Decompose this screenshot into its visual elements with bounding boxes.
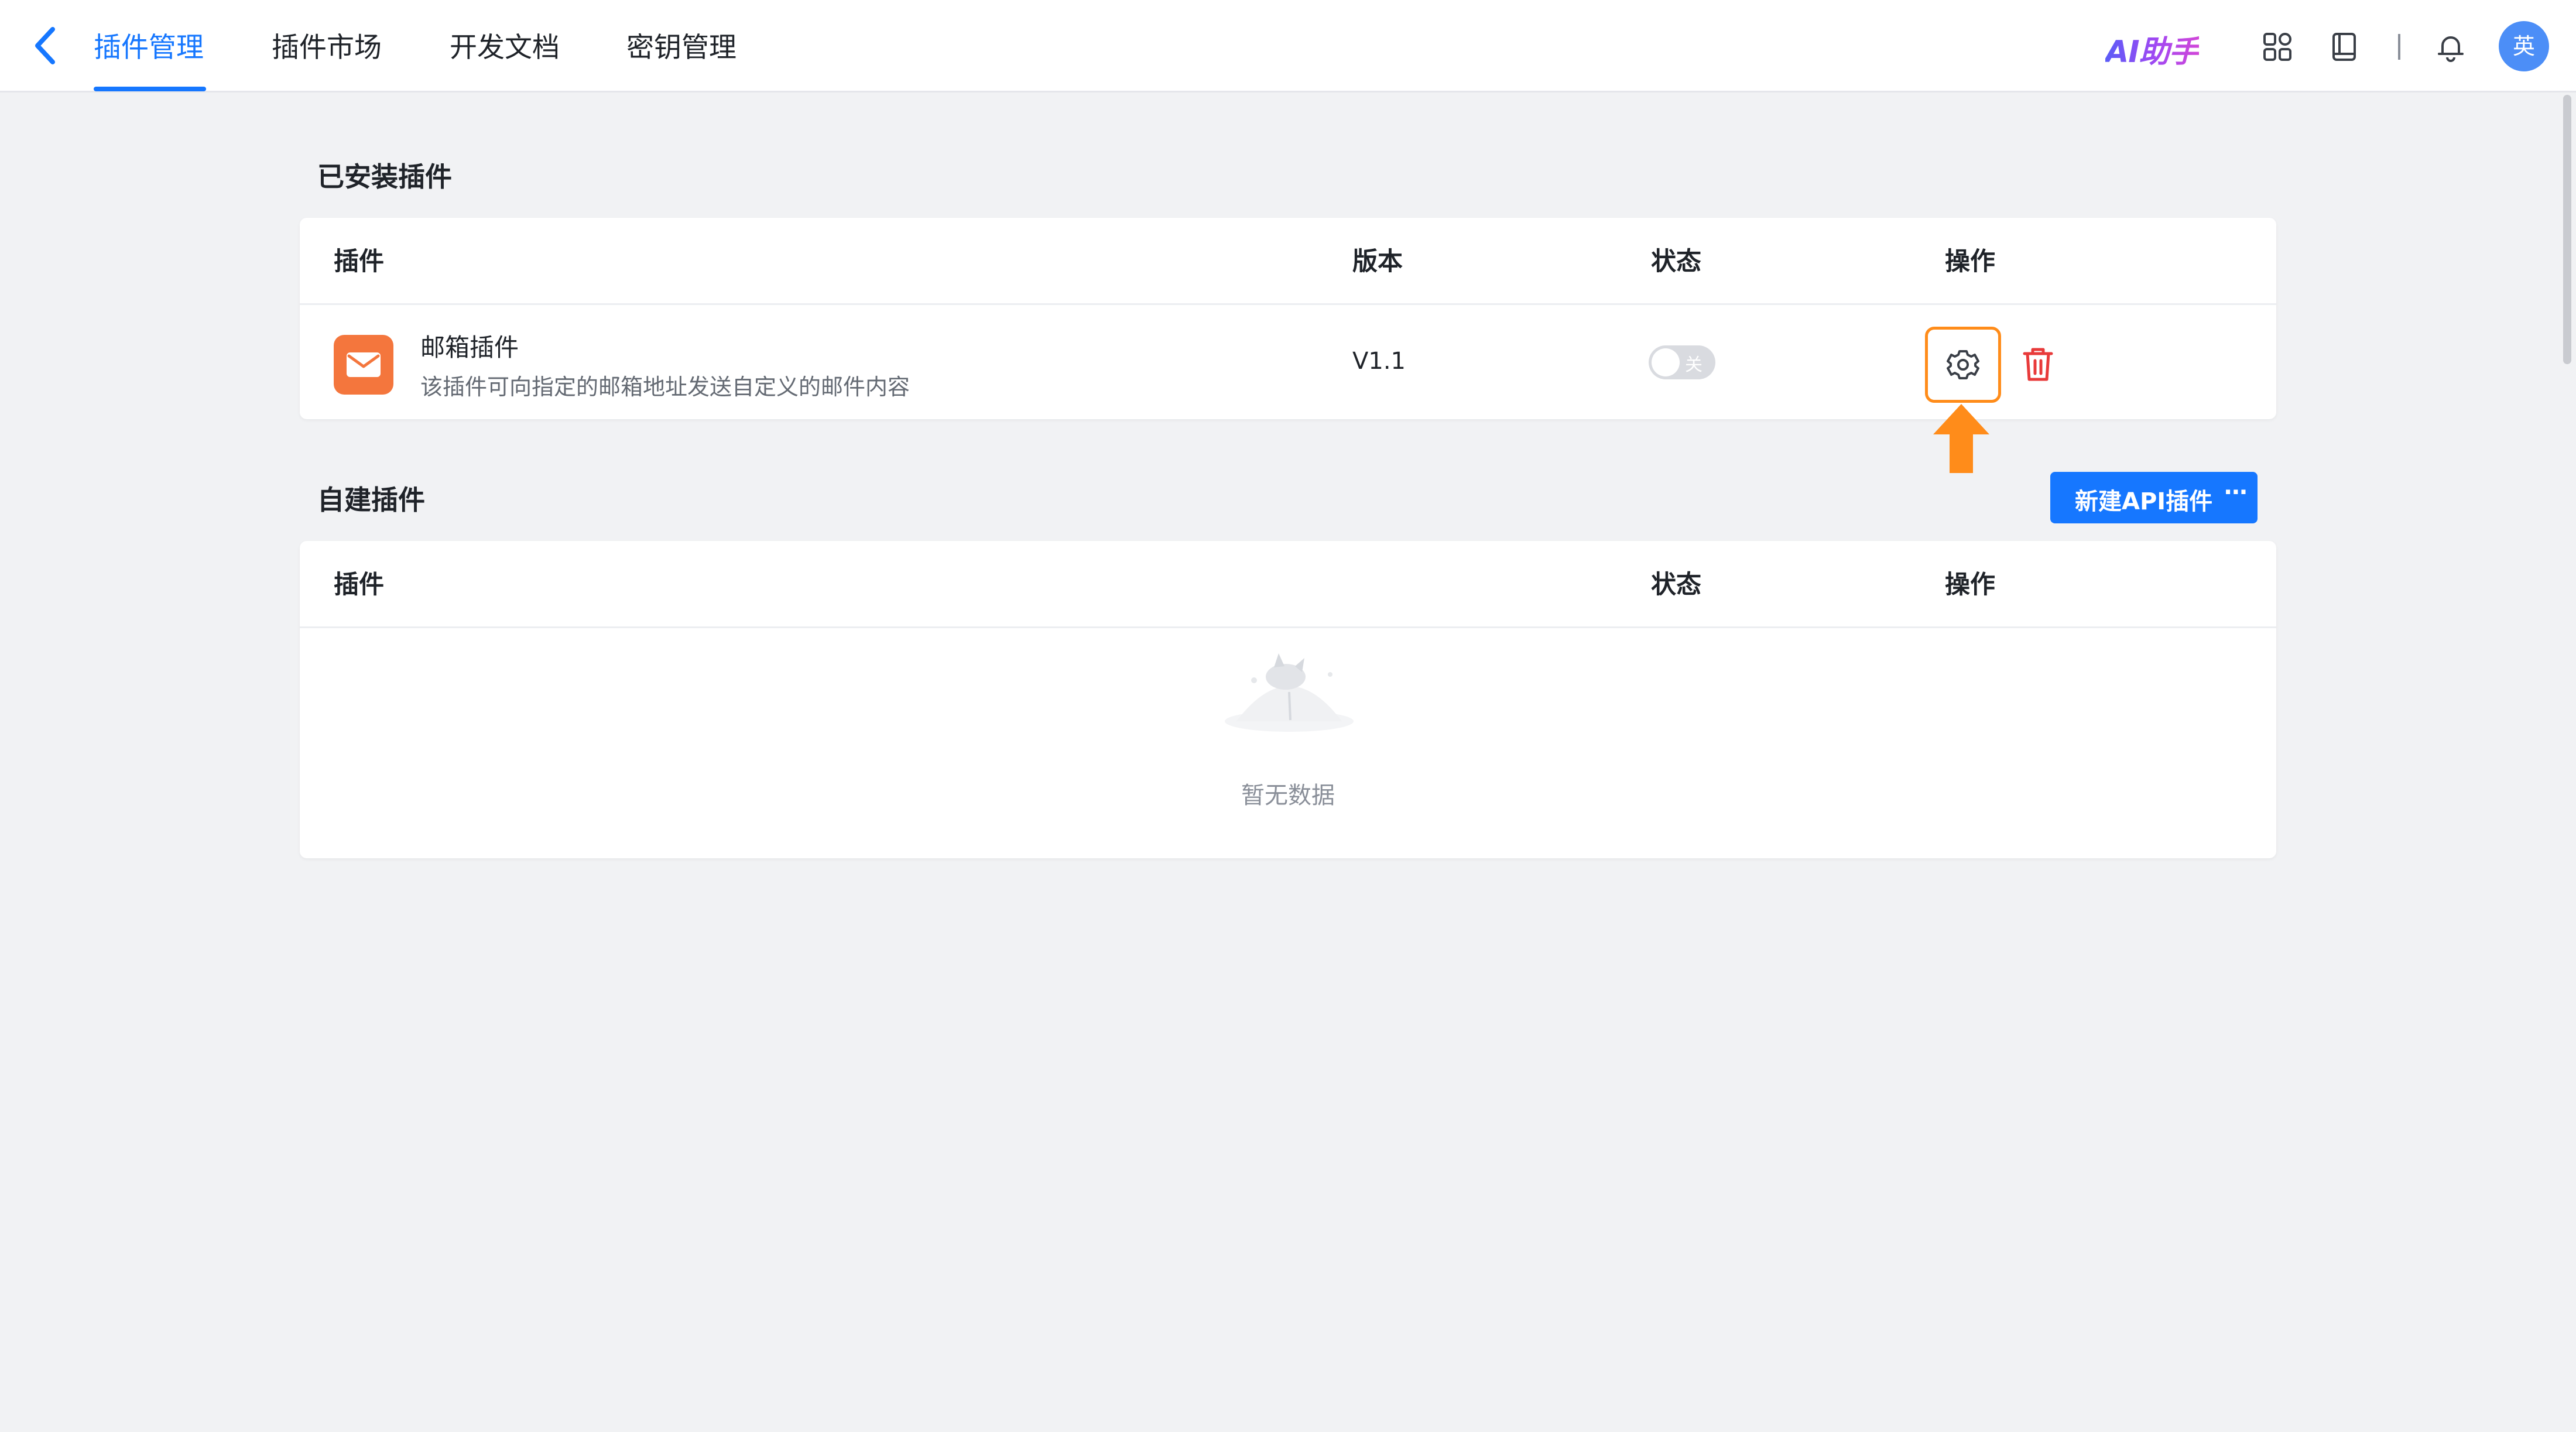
gear-icon <box>1947 350 1979 379</box>
top-nav-bar: 插件管理 插件市场 开发文档 密钥管理 AI助手 英 <box>0 0 2576 93</box>
user-avatar[interactable]: 英 <box>2499 21 2549 71</box>
status-toggle[interactable]: 关 <box>1649 345 1715 379</box>
column-header-status: 状态 <box>1651 570 1701 599</box>
column-header-version: 版本 <box>1352 247 1403 276</box>
bell-icon[interactable] <box>2434 30 2467 63</box>
empty-state-illustration <box>1225 653 1354 732</box>
more-options-icon[interactable]: ··· <box>2224 479 2248 506</box>
toggle-label: 关 <box>1685 355 1703 375</box>
header-divider <box>300 626 2276 628</box>
column-header-plugin: 插件 <box>334 247 384 276</box>
ai-assistant-button[interactable]: AI助手 <box>2105 27 2200 71</box>
new-api-plugin-label: 新建API插件 <box>2075 488 2213 515</box>
delete-plugin-button[interactable] <box>2020 344 2056 384</box>
column-header-actions: 操作 <box>1945 247 1995 276</box>
plugin-version: V1.1 <box>1352 348 1406 375</box>
custom-plugins-table: 插件 状态 操作 暂无数据 <box>300 541 2276 858</box>
plugin-name: 邮箱插件 <box>420 333 519 362</box>
highlight-arrow-icon <box>1933 404 1989 473</box>
back-arrow-icon[interactable] <box>30 26 63 66</box>
toggle-knob <box>1652 348 1680 376</box>
installed-plugins-table: 插件 版本 状态 操作 邮箱插件 该插件可向指定的邮箱地址发送自定义的邮件内容 … <box>300 218 2276 419</box>
custom-section-title: 自建插件 <box>317 484 425 516</box>
column-header-status: 状态 <box>1651 247 1701 276</box>
apps-grid-icon[interactable] <box>2261 30 2294 63</box>
new-api-plugin-button[interactable]: 新建API插件 ··· <box>2050 472 2258 523</box>
header-divider <box>300 303 2276 305</box>
empty-state-text: 暂无数据 <box>1241 782 1335 809</box>
book-icon[interactable] <box>2328 30 2361 63</box>
scrollbar-thumb[interactable] <box>2563 95 2571 364</box>
scrollbar[interactable] <box>2563 95 2571 364</box>
trash-icon <box>2023 348 2053 381</box>
tab-plugin-management[interactable]: 插件管理 <box>94 0 204 93</box>
active-tab-indicator <box>94 87 206 91</box>
column-header-actions: 操作 <box>1945 570 1995 599</box>
tab-dev-docs[interactable]: 开发文档 <box>450 0 560 93</box>
column-header-plugin: 插件 <box>334 570 384 599</box>
plugin-description: 该插件可向指定的邮箱地址发送自定义的邮件内容 <box>420 374 910 400</box>
tab-plugin-market[interactable]: 插件市场 <box>272 0 382 93</box>
nav-divider <box>2398 34 2400 60</box>
plugin-settings-button[interactable] <box>1925 327 2001 403</box>
mail-icon <box>334 335 393 395</box>
tab-key-management[interactable]: 密钥管理 <box>626 0 737 93</box>
installed-section-title: 已安装插件 <box>317 161 452 193</box>
